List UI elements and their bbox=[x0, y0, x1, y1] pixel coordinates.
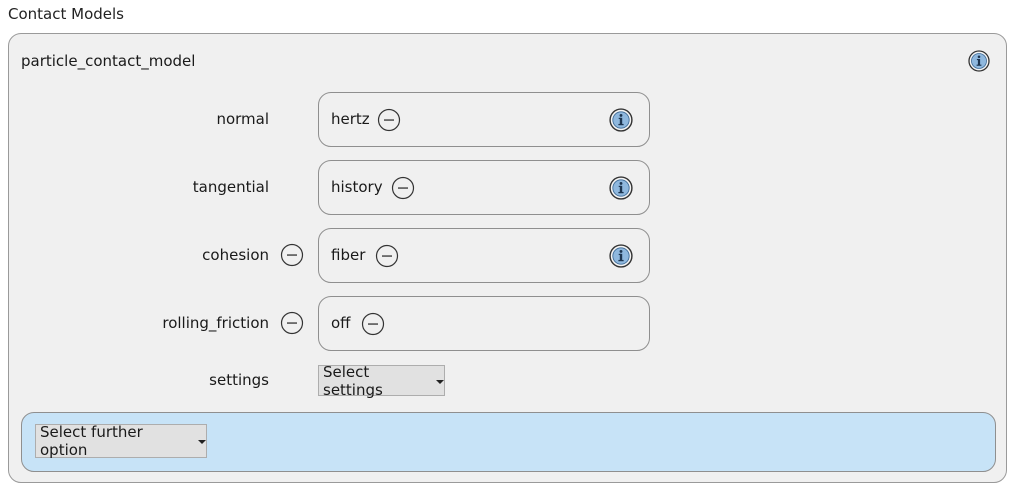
tangential-info-icon[interactable] bbox=[609, 176, 633, 200]
caret-down-icon bbox=[198, 440, 206, 444]
normal-info-icon[interactable] bbox=[609, 108, 633, 132]
cohesion-value-box: fiber bbox=[318, 228, 650, 283]
section-title: Contact Models bbox=[8, 5, 124, 23]
remove-normal-value-minus-icon[interactable] bbox=[377, 108, 401, 132]
cohesion-info-icon[interactable] bbox=[609, 244, 633, 268]
model-title: particle_contact_model bbox=[21, 52, 196, 70]
row-label-rolling-friction: rolling_friction bbox=[162, 314, 269, 332]
remove-rolling-friction-minus-icon[interactable] bbox=[280, 311, 304, 335]
remove-cohesion-value-minus-icon[interactable] bbox=[375, 244, 399, 268]
cohesion-value: fiber bbox=[331, 246, 366, 264]
select-further-option-label: Select further option bbox=[40, 423, 143, 459]
row-label-settings: settings bbox=[209, 371, 269, 389]
row-label-tangential: tangential bbox=[192, 178, 269, 196]
row-label-normal: normal bbox=[216, 110, 269, 128]
row-label-cohesion: cohesion bbox=[202, 246, 269, 264]
particle-contact-model-panel: particle_contact_model normal hertz tang… bbox=[8, 33, 1007, 483]
tangential-value-box: history bbox=[318, 160, 650, 215]
normal-value-box: hertz bbox=[318, 92, 650, 147]
normal-value: hertz bbox=[331, 110, 370, 128]
rolling-friction-value-box: off bbox=[318, 296, 650, 351]
tangential-value: history bbox=[331, 178, 383, 196]
remove-cohesion-minus-icon[interactable] bbox=[280, 243, 304, 267]
caret-down-icon bbox=[436, 379, 444, 384]
further-option-box: Select further option bbox=[21, 412, 996, 472]
select-settings-dropdown[interactable]: Select settings bbox=[318, 362, 445, 399]
info-icon[interactable] bbox=[968, 50, 990, 72]
remove-tangential-value-minus-icon[interactable] bbox=[391, 176, 415, 200]
select-settings-label: Select settings bbox=[323, 362, 383, 399]
remove-rolling-friction-value-minus-icon[interactable] bbox=[361, 312, 385, 336]
rolling-friction-value: off bbox=[331, 314, 351, 332]
select-further-option-dropdown[interactable]: Select further option bbox=[35, 423, 207, 459]
